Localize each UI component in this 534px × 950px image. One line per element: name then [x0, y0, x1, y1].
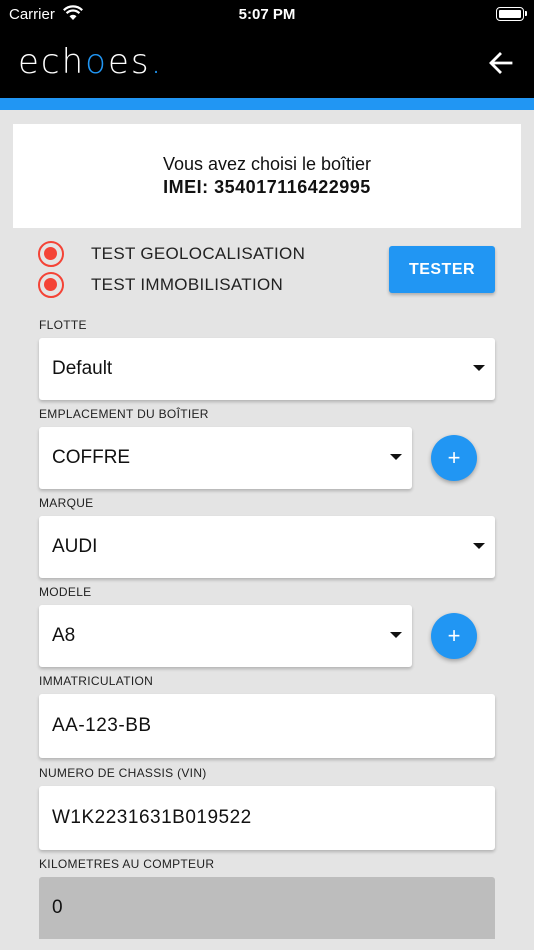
modele-value: A8: [52, 625, 76, 646]
vin-input[interactable]: W1K2231631B019522: [39, 786, 495, 850]
accent-bar: [0, 98, 534, 110]
vin-value: W1K2231631B019522: [52, 807, 252, 828]
app-header: echoes.: [0, 30, 534, 98]
immatriculation-value: AA-123-BB: [52, 715, 152, 736]
add-modele-button[interactable]: +: [431, 613, 477, 659]
emplacement-select[interactable]: COFFRE: [39, 427, 412, 489]
radio-selected-icon[interactable]: [38, 272, 64, 298]
app-logo: echoes.: [18, 42, 164, 82]
immatriculation-input[interactable]: AA-123-BB: [39, 694, 495, 758]
immatriculation-label: IMMATRICULATION: [39, 674, 154, 688]
emplacement-label: EMPLACEMENT DU BOÎTIER: [39, 407, 209, 421]
selected-device-text: Vous avez choisi le boîtier: [162, 154, 372, 174]
test-geolocalisation-label: TEST GEOLOCALISATION: [91, 244, 306, 263]
chevron-down-icon: [390, 454, 402, 460]
test-immobilisation-row[interactable]: TEST IMMOBILISATION: [38, 272, 283, 298]
arrow-left-icon[interactable]: [486, 48, 516, 78]
km-value: 0: [52, 897, 64, 918]
radio-selected-icon[interactable]: [38, 241, 64, 267]
km-input[interactable]: 0: [39, 877, 495, 939]
imei-text: IMEI: 354017116422995: [163, 177, 371, 197]
test-immobilisation-label: TEST IMMOBILISATION: [91, 275, 284, 294]
test-geolocalisation-row[interactable]: TEST GEOLOCALISATION: [38, 241, 305, 267]
emplacement-value: COFFRE: [52, 447, 131, 468]
km-label: KILOMETRES AU COMPTEUR: [39, 857, 215, 871]
modele-select[interactable]: A8: [39, 605, 412, 667]
status-time: 5:07 PM: [238, 6, 296, 23]
tester-button[interactable]: TESTER: [389, 246, 495, 293]
vin-label: NUMERO DE CHASSIS (VIN): [39, 766, 207, 780]
selected-device-card: Vous avez choisi le boîtier IMEI: 354017…: [13, 124, 521, 228]
status-bar: Carrier 5:07 PM: [0, 0, 534, 30]
marque-select[interactable]: AUDI: [39, 516, 495, 578]
marque-label: MARQUE: [39, 496, 94, 510]
chevron-down-icon: [390, 632, 402, 638]
marque-value: AUDI: [52, 536, 98, 557]
plus-icon: +: [447, 445, 461, 470]
flotte-value: Default: [52, 358, 113, 379]
flotte-select[interactable]: Default: [39, 338, 495, 400]
chevron-down-icon: [473, 365, 485, 371]
chevron-down-icon: [473, 543, 485, 549]
flotte-label: FLOTTE: [39, 318, 87, 332]
battery-icon: [496, 7, 527, 21]
plus-icon: +: [447, 623, 461, 648]
add-emplacement-button[interactable]: +: [431, 435, 477, 481]
modele-label: MODELE: [39, 585, 92, 599]
